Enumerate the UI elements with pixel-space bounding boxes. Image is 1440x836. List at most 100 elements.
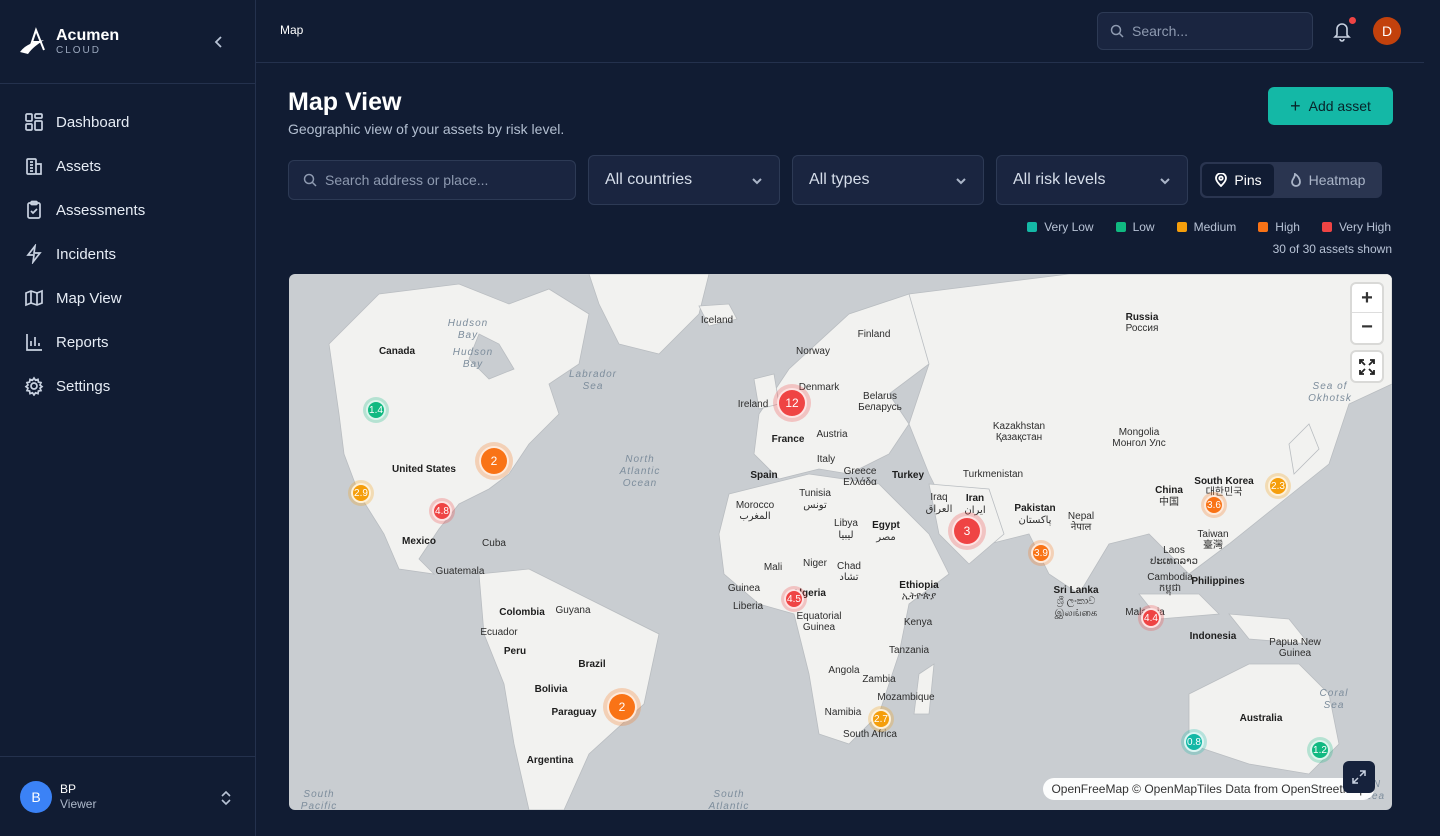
country-label: Iraq: [930, 492, 948, 503]
risk-select[interactable]: All risk levels: [996, 155, 1188, 205]
sea-label: Okhotsk: [1308, 393, 1352, 404]
sea-label: Sea of: [1312, 381, 1348, 392]
country-label: Cuba: [482, 538, 506, 549]
view-heatmap-button[interactable]: Heatmap: [1274, 164, 1380, 196]
expand-map-button[interactable]: [1343, 761, 1375, 793]
map-pin[interactable]: 0.8: [1181, 729, 1207, 755]
map-cluster[interactable]: 2: [603, 688, 641, 726]
nav-item-incidents[interactable]: Incidents: [0, 232, 255, 276]
country-label: Taiwan: [1197, 529, 1229, 540]
nav-item-dashboard[interactable]: Dashboard: [0, 100, 255, 144]
main-nav: Dashboard Assets Assessments Incidents M…: [0, 84, 255, 408]
country-label: Guinea: [802, 622, 836, 633]
legend-swatch: [1176, 222, 1187, 232]
type-select[interactable]: All types: [792, 155, 984, 205]
country-select-value: All countries: [605, 171, 693, 188]
pin-value: 4.8: [432, 501, 452, 521]
user-name: BP: [60, 781, 77, 796]
country-label: Iran: [965, 493, 985, 504]
country-label: Ecuador: [480, 627, 518, 638]
fullscreen-button[interactable]: [1352, 352, 1382, 381]
sea-label: Sea: [582, 381, 604, 392]
user-menu[interactable]: B BP Viewer: [0, 756, 255, 836]
address-search-input[interactable]: [325, 172, 565, 188]
view-heatmap-label: Heatmap: [1308, 172, 1366, 188]
nav-item-reports[interactable]: Reports: [0, 320, 255, 364]
type-select-value: All types: [809, 171, 870, 188]
view-pins-button[interactable]: Pins: [1202, 164, 1274, 196]
map-pin[interactable]: 2.3: [1265, 473, 1291, 499]
collapse-sidebar-icon[interactable]: [209, 32, 229, 52]
zoom-control: + −: [1352, 284, 1382, 343]
country-label: இலங்கை: [1054, 608, 1098, 619]
country-label: Iceland: [700, 315, 734, 326]
country-label: Turkmenistan: [962, 469, 1024, 480]
country-label: Austria: [816, 429, 848, 440]
plus-icon: +: [1290, 96, 1301, 116]
sea-label: Coral: [1319, 688, 1349, 699]
world-map[interactable]: Canada United States Mexico Cuba Guatemala Co…: [289, 274, 1392, 810]
map-attribution[interactable]: OpenFreeMap © OpenMapTiles Data from Ope…: [1043, 778, 1374, 800]
page-subtitle: Geographic view of your assets by risk l…: [288, 121, 565, 137]
map-cluster[interactable]: 12: [773, 384, 811, 422]
map-pin[interactable]: 4.8: [429, 498, 455, 524]
pin-value: 1.4: [366, 400, 386, 420]
user-role: Viewer: [60, 796, 97, 811]
map-pin[interactable]: 1.4: [363, 397, 389, 423]
pin-value: 2: [479, 446, 509, 476]
chevron-down-icon: [956, 178, 966, 185]
bell-icon[interactable]: [1332, 20, 1352, 42]
sea-label: Bay: [457, 330, 479, 341]
add-asset-button[interactable]: + Add asset: [1268, 87, 1393, 125]
legend-label: Medium: [1193, 220, 1237, 234]
map-pin[interactable]: 2.9: [348, 480, 374, 506]
map-pin[interactable]: 4.5: [781, 586, 807, 612]
sea-label: Bay: [462, 359, 484, 370]
country-label: Ελλάδα: [843, 477, 877, 488]
nav-label: Settings: [56, 377, 111, 395]
pin-value: 2: [607, 692, 637, 722]
global-search[interactable]: [1097, 12, 1313, 50]
pin-value: 1.2: [1310, 740, 1330, 760]
nav-item-map-view[interactable]: Map View: [0, 276, 255, 320]
map-cluster[interactable]: 2: [475, 442, 513, 480]
global-search-input[interactable]: [1132, 23, 1302, 39]
country-label: Sri Lanka: [1053, 585, 1099, 596]
map-pin[interactable]: 3.6: [1201, 492, 1227, 518]
map-pin[interactable]: 3.9: [1028, 540, 1054, 566]
map-pin[interactable]: 2.7: [868, 706, 894, 732]
country-label: Tunisia: [799, 488, 831, 499]
country-label: Zambia: [862, 674, 896, 685]
map-pin[interactable]: 1.2: [1307, 737, 1333, 763]
zoom-in-button[interactable]: +: [1352, 284, 1382, 313]
nav-label: Incidents: [56, 245, 117, 263]
legend-swatch: [1321, 222, 1332, 232]
legend-item: Very High: [1321, 220, 1391, 234]
country-label: Cambodia: [1147, 572, 1193, 583]
country-label: Italy: [816, 454, 836, 465]
country-label: Mongolia: [1118, 427, 1160, 438]
map-pin[interactable]: 4.4: [1138, 605, 1164, 631]
country-select[interactable]: All countries: [588, 155, 780, 205]
country-label: Morocco: [735, 500, 775, 511]
clipboard-check-icon: [27, 200, 41, 219]
country-label: Egypt: [872, 520, 900, 531]
country-label: Pakistan: [1014, 503, 1056, 514]
country-label: Mali: [763, 562, 783, 573]
nav-item-assessments[interactable]: Assessments: [0, 188, 255, 232]
country-label: Australia: [1239, 713, 1283, 724]
map-cluster[interactable]: 3: [948, 512, 986, 550]
map-pin-icon: [1215, 173, 1228, 187]
address-search[interactable]: [288, 160, 576, 200]
nav-item-settings[interactable]: Settings: [0, 364, 255, 408]
country-label: العراق: [925, 504, 953, 515]
sea-label: Hudson: [447, 318, 489, 329]
user-avatar: B: [20, 780, 52, 813]
country-label: Ireland: [737, 399, 769, 410]
zoom-out-button[interactable]: −: [1352, 313, 1382, 342]
country-label: مصر: [876, 532, 896, 543]
country-label: Indonesia: [1189, 631, 1237, 642]
nav-item-assets[interactable]: Assets: [0, 144, 255, 188]
account-avatar[interactable]: D: [1373, 17, 1401, 45]
bar-chart-icon: [26, 334, 42, 351]
